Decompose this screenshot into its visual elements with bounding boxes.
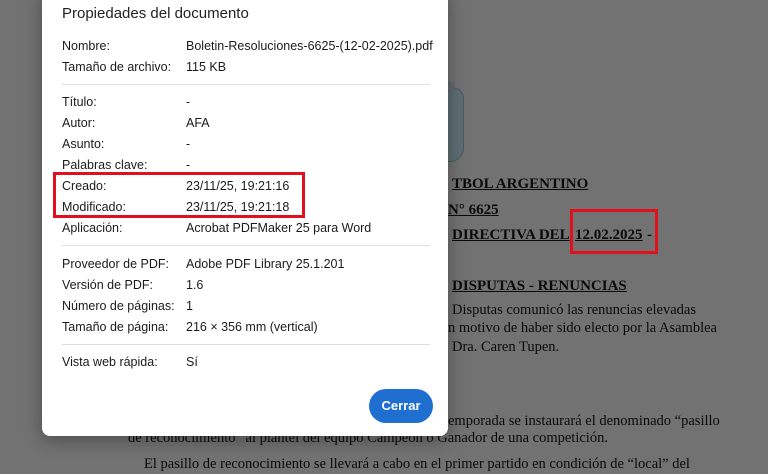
doc-heading-number: N° 6625 (448, 202, 499, 218)
property-value: 115 KB (186, 60, 227, 74)
section-divider (62, 84, 430, 85)
section-divider (62, 245, 430, 246)
property-value: AFA (186, 116, 210, 130)
property-label: Palabras clave: (62, 158, 148, 172)
property-value: Acrobat PDFMaker 25 para Word (186, 221, 372, 235)
doc-paragraph-line: El pasillo de reconocimiento se llevará … (144, 456, 690, 472)
property-label: Aplicación: (62, 221, 123, 235)
property-label: Versión de PDF: (62, 278, 154, 292)
property-label: Nombre: (62, 39, 110, 53)
property-label: Asunto: (62, 137, 105, 151)
date-highlight-box (570, 209, 658, 254)
property-label: Tamaño de archivo: (62, 60, 172, 74)
property-value: - (186, 158, 191, 172)
doc-paragraph-line: Dra. Caren Tupen. (452, 339, 560, 355)
property-label: Título: (62, 95, 97, 109)
property-label: Vista web rápida: (62, 355, 158, 369)
property-label: Tamaño de página: (62, 320, 169, 334)
doc-paragraph-line: emporada se instaurará el denominado “pa… (448, 413, 720, 429)
doc-heading-directiva: DIRECTIVA DEL (452, 227, 570, 243)
doc-section-title: DISPUTAS - RENUNCIAS (452, 278, 627, 294)
property-label: Proveedor de PDF: (62, 257, 169, 271)
doc-heading-org: TBOL ARGENTINO (452, 176, 589, 192)
property-label: Autor: (62, 116, 96, 130)
property-value: - (186, 137, 191, 151)
created-modified-highlight-box (53, 172, 305, 218)
doc-paragraph-line: n motivo de haber sido electo por la Asa… (448, 320, 717, 336)
property-value: Boletin-Resoluciones-6625-(12-02-2025).p… (186, 39, 433, 53)
property-value: 1 (186, 299, 193, 313)
document-properties-dialog: Propiedades del documento Nombre: Boleti… (42, 0, 448, 436)
section-divider (62, 344, 430, 345)
property-value: 216 × 356 mm (vertical) (186, 320, 318, 334)
property-value: - (186, 95, 191, 109)
dialog-title: Propiedades del documento (62, 5, 249, 22)
property-value: Sí (186, 355, 198, 369)
property-value: 1.6 (186, 278, 204, 292)
close-button[interactable]: Cerrar (369, 389, 433, 423)
property-label: Número de páginas: (62, 299, 175, 313)
property-value: Adobe PDF Library 25.1.201 (186, 257, 345, 271)
doc-paragraph-line: Disputas comunicó las renuncias elevadas (452, 302, 697, 318)
